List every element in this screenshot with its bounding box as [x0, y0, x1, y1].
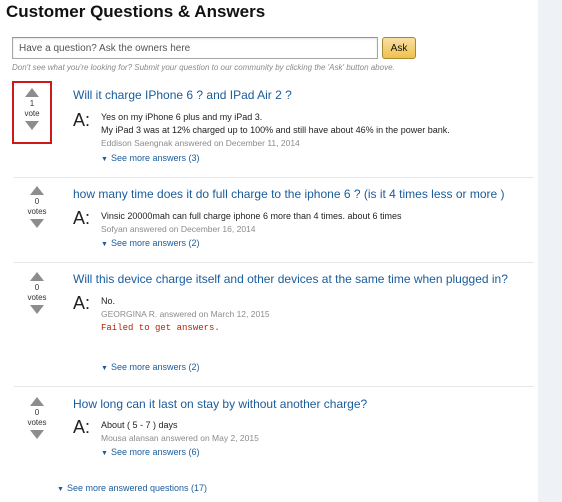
downvote-icon[interactable]	[25, 121, 39, 130]
search-hint: Don't see what you're looking for? Submi…	[12, 63, 395, 72]
question-link[interactable]: Will it charge IPhone 6 ? and IPad Air 2…	[73, 88, 292, 102]
see-more-label: See more answers (3)	[110, 153, 200, 163]
answer-text: Yes on my iPhone 6 plus and my iPad 3.	[101, 112, 263, 122]
vote-widget: 0 votes	[25, 397, 49, 439]
chevron-down-icon: ▼	[101, 156, 108, 163]
vote-label: votes	[27, 207, 47, 216]
upvote-icon[interactable]	[30, 272, 44, 281]
answer-text: Vinsic 20000mah can full charge iphone 6…	[101, 211, 402, 221]
upvote-icon[interactable]	[30, 397, 44, 406]
answer-marker: A:	[73, 417, 91, 437]
see-more-label: See more answers (2)	[110, 362, 200, 372]
divider	[14, 177, 534, 178]
vote-count: 0	[34, 197, 40, 206]
see-more-label: See more answers (6)	[110, 447, 200, 457]
see-more-answers-link[interactable]: ▼ See more answers (2)	[101, 238, 199, 248]
answer-meta: Sofyan answered on December 16, 2014	[101, 224, 256, 234]
upvote-icon[interactable]	[25, 88, 39, 97]
see-more-questions-link[interactable]: ▼ See more answered questions (17)	[57, 483, 207, 493]
answer-meta: GEORGINA R. answered on March 12, 2015	[101, 309, 270, 319]
answer-text: About ( 5 - 7 ) days	[101, 420, 178, 430]
chevron-down-icon: ▼	[101, 365, 108, 372]
upvote-icon[interactable]	[30, 186, 44, 195]
vote-widget: 1 vote	[20, 88, 44, 130]
side-panel	[538, 0, 562, 502]
divider	[14, 386, 534, 387]
page-title: Customer Questions & Answers	[6, 2, 266, 21]
error-message: Failed to get answers.	[101, 323, 220, 333]
vote-widget: 0 votes	[25, 272, 49, 314]
vote-label: votes	[27, 293, 47, 302]
see-more-label: See more answers (2)	[110, 238, 200, 248]
divider	[14, 262, 534, 263]
answer-meta: Mousa alansan answered on May 2, 2015	[101, 433, 259, 443]
vote-widget: 0 votes	[25, 186, 49, 228]
question-link[interactable]: How long can it last on stay by without …	[73, 397, 367, 411]
chevron-down-icon: ▼	[101, 241, 108, 248]
answer-marker: A:	[73, 208, 91, 228]
question-link[interactable]: how many time does it do full charge to …	[73, 187, 505, 201]
see-more-questions-label: See more answered questions (17)	[66, 483, 208, 493]
answer-marker: A:	[73, 293, 91, 313]
downvote-icon[interactable]	[30, 219, 44, 228]
vote-label: votes	[27, 418, 47, 427]
vote-label: vote	[24, 109, 40, 118]
answer-text: No.	[101, 296, 116, 306]
question-search-input[interactable]	[12, 37, 378, 59]
see-more-answers-link[interactable]: ▼ See more answers (2)	[101, 362, 199, 372]
see-more-answers-link[interactable]: ▼ See more answers (6)	[101, 447, 199, 457]
chevron-down-icon: ▼	[57, 486, 64, 493]
question-link[interactable]: Will this device charge itself and other…	[73, 272, 508, 286]
ask-button[interactable]: Ask	[382, 37, 416, 59]
chevron-down-icon: ▼	[101, 450, 108, 457]
answer-text: My iPad 3 was at 12% charged up to 100% …	[101, 125, 450, 135]
vote-count: 0	[34, 408, 40, 417]
vote-count: 1	[29, 99, 35, 108]
vote-count: 0	[34, 283, 40, 292]
answer-meta: Eddison Saengnak answered on December 11…	[101, 138, 300, 148]
downvote-icon[interactable]	[30, 305, 44, 314]
see-more-answers-link[interactable]: ▼ See more answers (3)	[101, 153, 199, 163]
downvote-icon[interactable]	[30, 430, 44, 439]
answer-marker: A:	[73, 110, 91, 130]
